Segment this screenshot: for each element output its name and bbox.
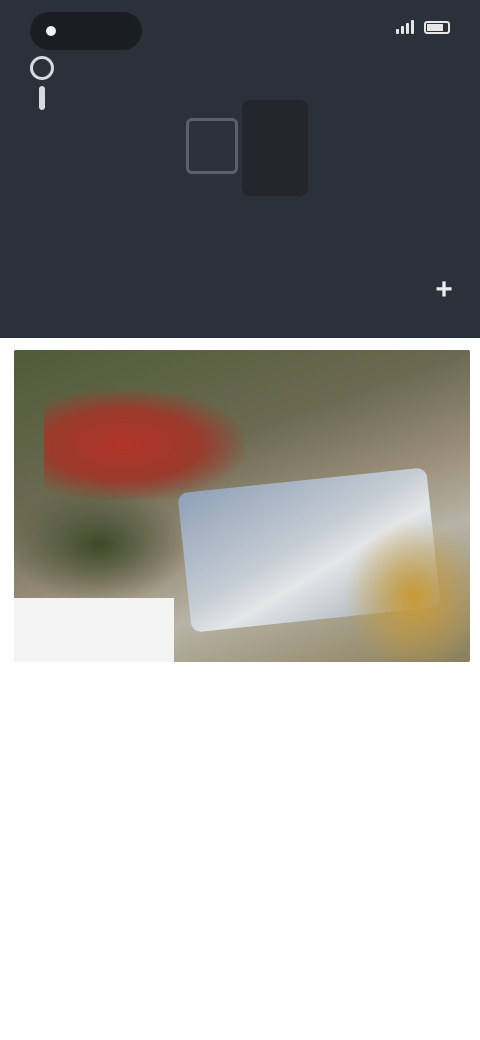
avatar-frame xyxy=(186,118,238,174)
avatar-image xyxy=(242,100,308,196)
status-indicators xyxy=(386,20,450,34)
status-bar xyxy=(0,0,480,56)
featured-photo[interactable] xyxy=(14,350,470,662)
pin-icon[interactable] xyxy=(26,56,58,114)
battery-icon xyxy=(424,20,450,34)
avatar xyxy=(186,100,316,196)
profile-header: + xyxy=(0,0,480,338)
signal-icon xyxy=(396,20,414,34)
plus-icon[interactable]: + xyxy=(424,270,464,310)
status-pill xyxy=(30,12,142,50)
recording-dot-icon xyxy=(46,26,56,36)
